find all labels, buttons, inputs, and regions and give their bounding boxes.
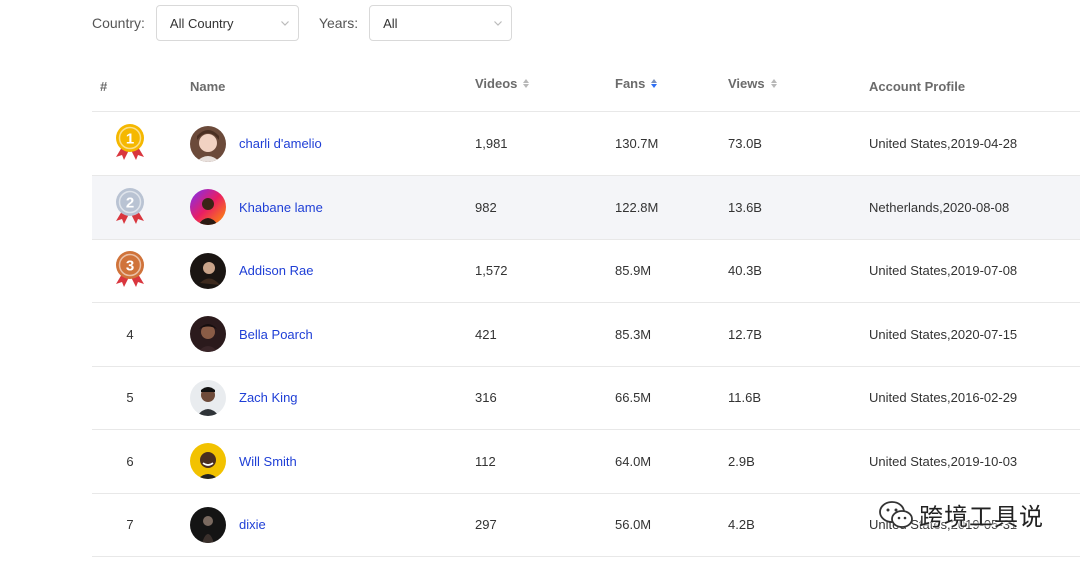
country-select-value: All Country [169,15,234,31]
videos-cell: 316 [475,390,497,405]
rank-cell: 3 [92,239,168,302]
account-profile-cell: United States,2016-02-29 [869,390,1018,405]
avatar[interactable] [190,252,226,289]
table-row[interactable]: 1 charli d'amelio 1,981 130.7M 73.0B United S… [92,112,1080,176]
column-header-name-label: Name [190,79,226,94]
videos-cell: 297 [475,517,497,532]
name-cell: dixie [190,493,266,556]
views-cell: 12.7B [728,326,762,342]
svg-text:3: 3 [126,258,134,275]
wechat-icon [879,500,913,528]
name-cell: Zach King [190,366,298,429]
column-header-fans-label: Fans [615,76,646,91]
videos-cell: 112 [475,453,496,469]
rank-number: 7 [126,517,134,532]
avatar[interactable] [190,189,226,225]
column-header-profile-label: Account Profile [869,79,966,94]
account-name-link[interactable]: Zach King [239,390,298,405]
views-cell: 13.6B [728,199,762,215]
rank-number: 5 [126,390,134,405]
account-name-link[interactable]: charli d'amelio [239,136,322,151]
views-cell: 4.2B [728,517,755,532]
views-cell: 2.9B [728,453,755,469]
column-header-views-label: Views [728,76,765,91]
country-select[interactable]: All Country [155,5,299,41]
years-select-value: All [383,15,398,31]
column-header-videos[interactable]: Videos [475,59,530,108]
avatar[interactable] [190,443,226,479]
table-row[interactable]: 6 Will Smith 112 64.0M 2.9B United States,201… [92,430,1080,494]
rank-number: 6 [126,453,134,469]
account-profile-cell: United States,2019-10-03 [869,453,1018,469]
table-header: # Name Videos Fans Views Account Profile [92,62,1080,112]
rank-cell: 7 [92,493,168,556]
sort-icon[interactable] [523,79,530,88]
years-select[interactable]: All [369,5,513,41]
bronze-medal-icon: 3 [113,250,147,291]
account-name-link[interactable]: Bella Poarch [239,327,313,342]
watermark: 跨境工具说 [879,497,1044,532]
name-cell: Will Smith [190,430,297,493]
column-header-views[interactable]: Views [728,59,777,108]
sort-active-icon[interactable] [651,79,658,88]
column-header-name: Name [190,62,225,111]
fans-cell: 85.9M [615,263,652,278]
account-profile-cell: United States,2019-07-08 [869,263,1018,278]
column-header-profile: Account Profile [869,62,965,111]
svg-text:2: 2 [126,194,134,211]
svg-text:1: 1 [126,131,134,148]
years-label: Years: [318,15,359,31]
rank-cell: 1 [92,112,168,175]
chevron-down-icon [494,21,503,26]
avatar[interactable] [190,316,226,352]
fans-cell: 130.7M [615,136,659,151]
videos-cell: 1,572 [475,263,508,278]
column-header-videos-label: Videos [475,76,518,91]
watermark-text: 跨境工具说 [919,503,1044,531]
views-cell: 73.0B [728,136,762,151]
name-cell: Addison Rae [190,239,313,302]
avatar[interactable] [190,506,226,543]
rank-cell: 6 [92,430,168,493]
rank-cell: 5 [92,366,168,429]
silver-medal-icon: 2 [113,187,147,228]
name-cell: Bella Poarch [190,303,313,366]
column-header-fans[interactable]: Fans [615,59,658,108]
table-row[interactable]: 2 Khabane lame 982 122.8M 13.6B Netherlands,2… [92,175,1080,240]
table-row[interactable]: 4 Bella Poarch 421 85.3M 12.7B United States,… [92,303,1080,367]
filter-bar: Country: All Country Years: All [92,5,513,41]
account-profile-cell: Netherlands,2020-08-08 [869,199,1010,215]
fans-cell: 85.3M [615,326,652,342]
gold-medal-icon: 1 [113,123,147,164]
country-label: Country: [92,15,145,31]
videos-cell: 1,981 [475,136,508,151]
fans-cell: 122.8M [615,199,659,215]
fans-cell: 56.0M [615,517,652,532]
rank-cell: 2 [92,176,168,239]
account-name-link[interactable]: Khabane lame [239,200,323,215]
avatar[interactable] [190,379,226,416]
rank-cell: 4 [92,303,168,366]
views-cell: 40.3B [728,263,762,278]
views-cell: 11.6B [728,390,762,405]
account-profile-cell: United States,2019-04-28 [869,136,1018,151]
fans-cell: 66.5M [615,390,652,405]
videos-cell: 421 [475,326,497,342]
column-header-rank: # [100,62,107,111]
account-name-link[interactable]: Will Smith [239,454,297,469]
table-row[interactable]: 3 Addison Rae 1,572 85.9M 40.3B United States… [92,239,1080,303]
account-name-link[interactable]: dixie [239,517,266,532]
table-row[interactable]: 5 Zach King 316 66.5M 11.6B United States,201… [92,366,1080,430]
column-header-rank-label: # [100,79,108,94]
avatar[interactable] [190,125,226,162]
name-cell: charli d'amelio [190,112,322,175]
fans-cell: 64.0M [615,453,652,469]
name-cell: Khabane lame [190,176,323,239]
account-name-link[interactable]: Addison Rae [239,263,313,278]
chevron-down-icon [280,21,289,26]
rank-number: 4 [126,326,134,342]
account-profile-cell: United States,2020-07-15 [869,326,1018,342]
videos-cell: 982 [475,199,497,215]
sort-icon[interactable] [770,79,777,88]
